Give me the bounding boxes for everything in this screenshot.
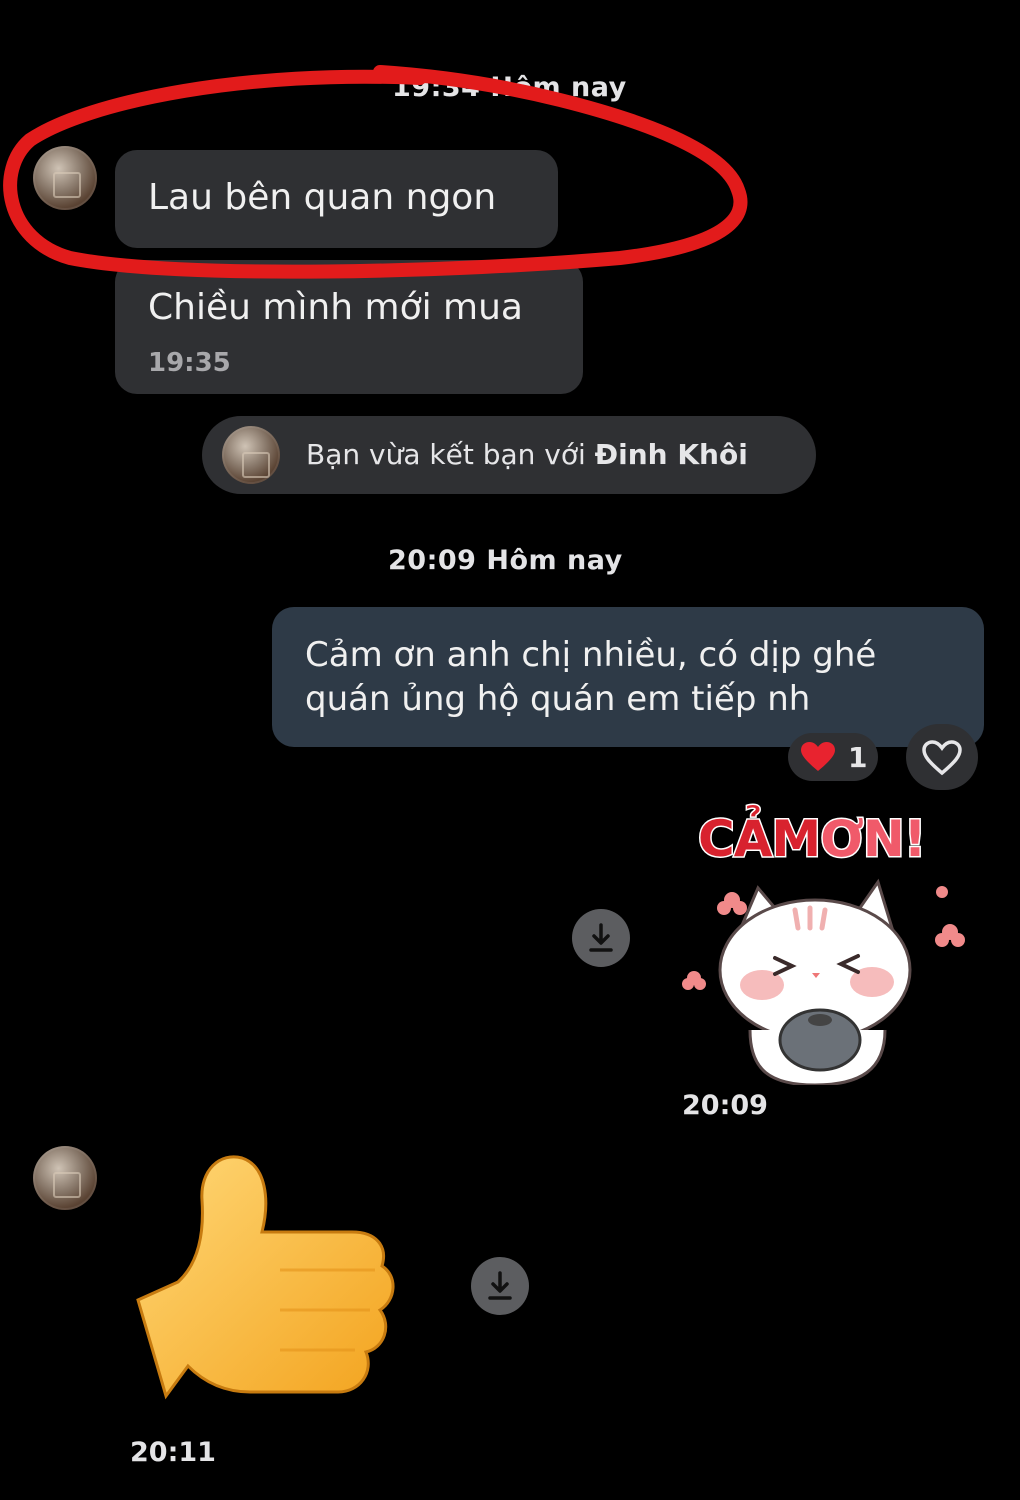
message-text: Chiều mình mới mua (148, 287, 523, 328)
download-icon (488, 1271, 512, 1300)
message-bubble-outgoing[interactable]: Cảm ơn anh chị nhiều, có dịp ghé quán ủn… (272, 607, 984, 747)
avatar[interactable] (222, 426, 280, 484)
annotation-circle (3, 65, 748, 279)
sticker-text: CẢM (696, 809, 822, 870)
download-button[interactable] (471, 1257, 529, 1315)
friend-name[interactable]: Đinh Khôi (595, 438, 748, 471)
reaction-count: 1 (848, 741, 868, 774)
download-button[interactable] (572, 909, 630, 967)
message-text: Cảm ơn anh chị nhiều, có dịp ghé quán ủn… (305, 635, 877, 719)
download-icon (589, 923, 613, 952)
timestamp-divider: 20:09 Hôm nay (388, 545, 623, 576)
system-text: Bạn vừa kết bạn với (306, 438, 595, 471)
heart-outline-icon (922, 740, 962, 776)
thumb-time: 20:11 (130, 1437, 216, 1468)
heart-icon (801, 742, 835, 771)
message-time: 19:35 (148, 348, 231, 378)
sticker-text: ƠN! (819, 809, 928, 870)
sticker-time: 20:09 (682, 1090, 768, 1121)
react-button[interactable] (906, 724, 978, 790)
reaction-badge[interactable]: 1 (788, 733, 878, 781)
avatar[interactable] (33, 1146, 97, 1210)
thumbs-up-icon[interactable] (130, 1150, 400, 1405)
cat-sticker-image (682, 878, 965, 1085)
system-notification: Bạn vừa kết bạn với Đinh Khôi (202, 416, 816, 494)
sticker-cam-on[interactable]: CẢMƠN! (680, 800, 980, 1085)
